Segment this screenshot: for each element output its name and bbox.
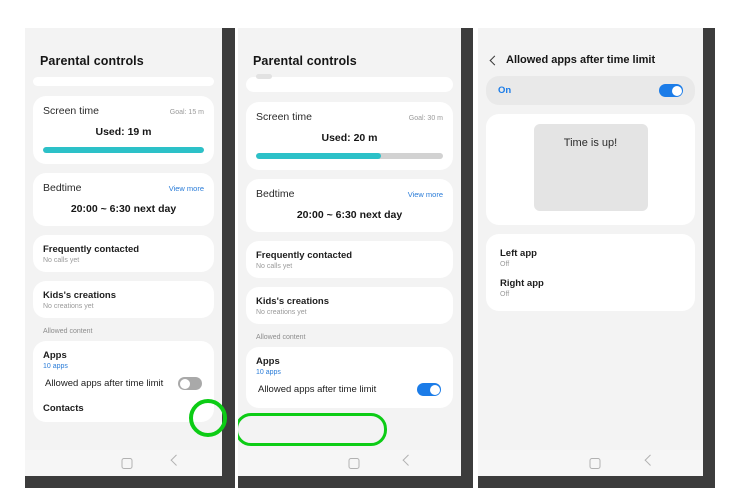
allowed-content-section-header: Allowed content bbox=[43, 328, 93, 335]
back-chevron-icon[interactable] bbox=[170, 454, 182, 466]
back-chevron-icon-3[interactable] bbox=[489, 55, 500, 65]
home-square-icon-3[interactable] bbox=[589, 457, 601, 469]
frequently-contacted-card[interactable]: Frequently contacted No calls yet bbox=[33, 235, 214, 272]
bedtime-title-2: Bedtime bbox=[256, 188, 295, 200]
apps-count: 10 apps bbox=[43, 363, 68, 370]
frequently-contacted-card-2[interactable]: Frequently contacted No calls yet bbox=[246, 241, 453, 278]
illustration-card: Time is up! bbox=[486, 114, 695, 225]
bedtime-view-more-link[interactable]: View more bbox=[169, 184, 204, 193]
allowed-apps-after-time-limit-row-2[interactable]: Allowed apps after time limit bbox=[256, 376, 443, 400]
toggle-knob bbox=[179, 378, 190, 389]
kids-creations-title-2: Kids's creations bbox=[256, 296, 330, 307]
screen-time-goal-2: Goal: 30 m bbox=[408, 115, 443, 122]
right-app-item[interactable]: Right app Off bbox=[496, 273, 685, 303]
toggle-knob-3 bbox=[671, 85, 682, 96]
screen-time-progress-fill bbox=[43, 147, 204, 153]
allowed-apps-after-time-limit-label: Allowed apps after time limit bbox=[45, 378, 164, 389]
screenshot-root: Parental controls Screen time Goal: 15 m… bbox=[0, 0, 750, 500]
screen-time-card-2[interactable]: Screen time Goal: 30 m Used: 20 m bbox=[246, 102, 453, 170]
kids-creations-subtitle: No creations yet bbox=[43, 303, 94, 310]
bedtime-value: 20:00 ~ 6:30 next day bbox=[70, 203, 177, 215]
bedtime-card-2[interactable]: Bedtime View more 20:00 ~ 6:30 next day bbox=[246, 179, 453, 232]
master-toggle-row[interactable]: On bbox=[486, 76, 695, 105]
frequently-contacted-subtitle-2: No calls yet bbox=[256, 263, 293, 270]
detail-page-title: Allowed apps after time limit bbox=[506, 54, 656, 66]
left-app-title: Left app bbox=[500, 248, 537, 259]
apps-item[interactable]: Apps 10 apps bbox=[43, 350, 204, 370]
master-toggle-switch[interactable] bbox=[659, 84, 683, 97]
time-is-up-illustration: Time is up! bbox=[533, 124, 648, 211]
allowed-content-section-header-2: Allowed content bbox=[256, 334, 306, 341]
right-app-status: Off bbox=[500, 291, 510, 298]
screen-time-progress-fill-2 bbox=[256, 153, 382, 159]
allowed-content-card-2: Apps 10 apps Allowed apps after time lim… bbox=[246, 347, 453, 408]
phone-frame-3: Allowed apps after time limit On Time is… bbox=[478, 28, 715, 488]
app-slots-card: Left app Off Right app Off bbox=[486, 234, 695, 311]
allowed-content-card: Apps 10 apps Allowed apps after time lim… bbox=[33, 341, 214, 422]
left-app-status: Off bbox=[500, 261, 510, 268]
bedtime-card[interactable]: Bedtime View more 20:00 ~ 6:30 next day bbox=[33, 173, 214, 226]
allowed-apps-detail-scroll[interactable]: Allowed apps after time limit On Time is… bbox=[478, 28, 703, 450]
phone-screen-2: Parental controls Screen time Goal: 30 m… bbox=[238, 28, 461, 476]
partial-card-top-2[interactable] bbox=[246, 74, 453, 92]
apps-item-2[interactable]: Apps 10 apps bbox=[256, 356, 443, 376]
frequently-contacted-title-2: Frequently contacted bbox=[256, 250, 353, 261]
home-square-icon[interactable] bbox=[121, 457, 133, 469]
system-navbar-1 bbox=[25, 450, 222, 476]
partial-card-top[interactable] bbox=[33, 77, 214, 86]
kids-creations-card[interactable]: Kids's creations No creations yet bbox=[33, 281, 214, 318]
screen-time-header: Screen time Goal: 15 m bbox=[43, 105, 204, 117]
bedtime-title: Bedtime bbox=[43, 182, 82, 194]
detail-header: Allowed apps after time limit bbox=[478, 28, 703, 76]
parental-controls-scroll-2[interactable]: Parental controls Screen time Goal: 30 m… bbox=[238, 28, 461, 450]
bedtime-header-2: Bedtime View more bbox=[256, 188, 443, 200]
screen-time-progress bbox=[43, 147, 204, 153]
frequently-contacted-subtitle: No calls yet bbox=[43, 257, 80, 264]
screen-time-used-2: Used: 20 m bbox=[321, 132, 378, 144]
allowed-apps-after-time-limit-label-2: Allowed apps after time limit bbox=[258, 384, 377, 395]
phone-screen-3: Allowed apps after time limit On Time is… bbox=[478, 28, 703, 476]
allowed-apps-after-time-limit-toggle-2[interactable] bbox=[417, 383, 441, 396]
frequently-contacted-title: Frequently contacted bbox=[43, 244, 140, 255]
page-title: Parental controls bbox=[40, 54, 144, 68]
apps-count-2: 10 apps bbox=[256, 369, 281, 376]
bedtime-view-more-link-2[interactable]: View more bbox=[408, 190, 443, 199]
screen-time-goal: Goal: 15 m bbox=[169, 109, 204, 116]
contacts-title[interactable]: Contacts bbox=[43, 403, 204, 414]
kids-creations-title: Kids's creations bbox=[43, 290, 117, 301]
bedtime-header: Bedtime View more bbox=[43, 182, 204, 194]
right-app-title: Right app bbox=[500, 278, 544, 289]
apps-title: Apps bbox=[43, 350, 67, 361]
system-navbar-2 bbox=[238, 450, 461, 476]
apps-title-2: Apps bbox=[256, 356, 280, 367]
system-navbar-3 bbox=[478, 450, 703, 476]
allowed-apps-after-time-limit-row[interactable]: Allowed apps after time limit bbox=[43, 370, 204, 394]
phone-screen-1: Parental controls Screen time Goal: 15 m… bbox=[25, 28, 222, 476]
kids-creations-subtitle-2: No creations yet bbox=[256, 309, 307, 316]
kids-creations-card-2[interactable]: Kids's creations No creations yet bbox=[246, 287, 453, 324]
back-chevron-icon-3b[interactable] bbox=[644, 454, 656, 466]
parental-controls-scroll-1[interactable]: Parental controls Screen time Goal: 15 m… bbox=[25, 28, 222, 450]
screen-time-card[interactable]: Screen time Goal: 15 m Used: 19 m bbox=[33, 96, 214, 164]
screen-time-used: Used: 19 m bbox=[95, 126, 152, 138]
page-title-2: Parental controls bbox=[253, 54, 357, 68]
back-chevron-icon-2[interactable] bbox=[402, 454, 415, 466]
allowed-apps-after-time-limit-toggle[interactable] bbox=[178, 377, 202, 390]
bedtime-value-2: 20:00 ~ 6:30 next day bbox=[296, 209, 403, 221]
toggle-knob-2 bbox=[429, 384, 440, 395]
home-square-icon-2[interactable] bbox=[348, 457, 360, 469]
left-app-item[interactable]: Left app Off bbox=[496, 243, 685, 273]
phone-frame-2: Parental controls Screen time Goal: 30 m… bbox=[238, 28, 473, 488]
master-toggle-label: On bbox=[498, 85, 512, 96]
screen-time-progress-2 bbox=[256, 153, 443, 159]
screen-time-title: Screen time bbox=[43, 105, 100, 117]
screen-time-header-2: Screen time Goal: 30 m bbox=[256, 111, 443, 123]
phone-frame-1: Parental controls Screen time Goal: 15 m… bbox=[25, 28, 235, 488]
time-is-up-text: Time is up! bbox=[563, 137, 618, 149]
screen-time-title-2: Screen time bbox=[256, 111, 313, 123]
